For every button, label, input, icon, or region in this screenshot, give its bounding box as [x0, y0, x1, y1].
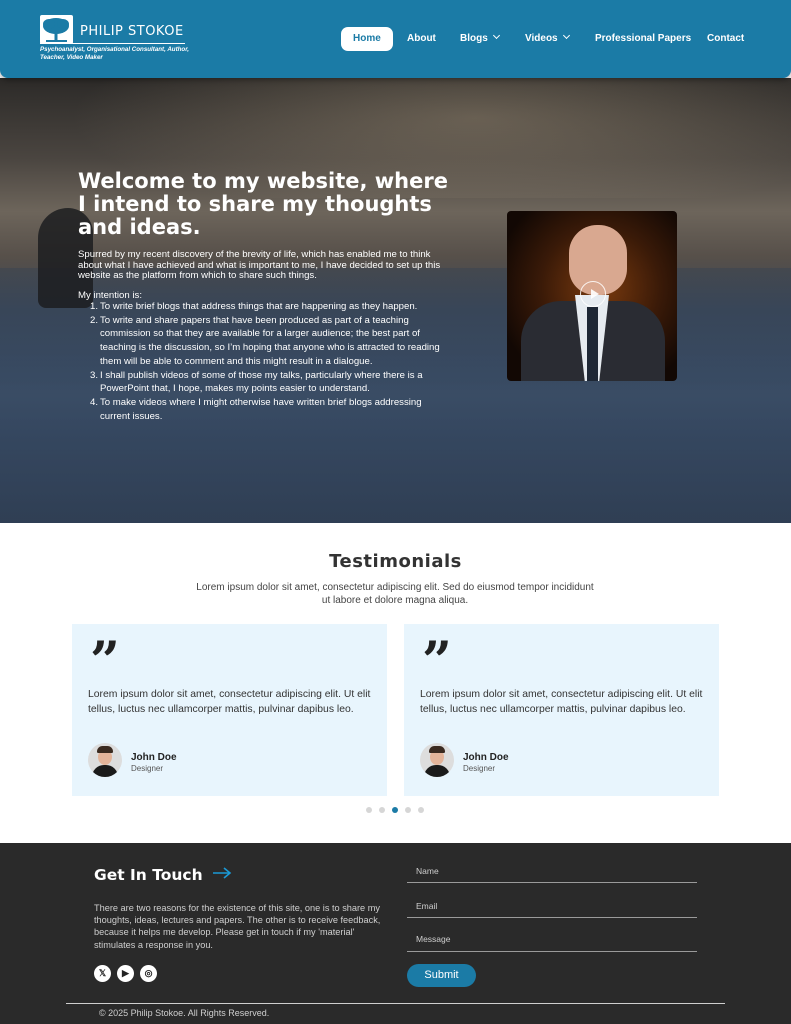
email-placeholder: Email: [416, 901, 438, 911]
testimonials-title: Testimonials: [329, 551, 462, 572]
nav-contact-label: Contact: [707, 33, 745, 44]
testimonial-text: Lorem ipsum dolor sit amet, consectetur …: [88, 689, 371, 715]
carousel-dot[interactable]: [379, 807, 385, 813]
avatar: [420, 743, 454, 777]
site-footer: Get In Touch There are two reasons for t…: [0, 843, 791, 1024]
instagram-icon[interactable]: ◎: [140, 965, 157, 982]
testimonial-name: John Doe: [463, 752, 509, 763]
intention-text: To write and share papers that have been…: [100, 314, 440, 367]
carousel-dot[interactable]: [405, 807, 411, 813]
hero-title: Welcome to my website, where I intend to…: [78, 169, 448, 239]
name-field[interactable]: Name: [407, 863, 697, 883]
nav-videos[interactable]: Videos: [525, 27, 570, 51]
message-field[interactable]: Message: [407, 930, 697, 952]
carousel-dot[interactable]: [418, 807, 424, 813]
chevron-down-icon: [492, 31, 500, 40]
nav-about-label: About: [407, 33, 436, 44]
testimonial-name: John Doe: [131, 752, 177, 763]
intention-item: 4. To make videos where I might otherwise…: [90, 396, 422, 422]
brand-tagline: Psychoanalyst, Organisational Consultant…: [40, 46, 189, 61]
intention-list: 1. To write brief blogs that address thin…: [78, 300, 450, 423]
carousel-dot-active[interactable]: [392, 807, 398, 813]
footer-divider: [66, 1003, 725, 1004]
quote-icon: ”: [90, 631, 120, 692]
portrait-tie: [587, 307, 598, 381]
nav-papers-label: Professional Papers: [595, 33, 692, 44]
intention-item: 1. To write brief blogs that address thin…: [90, 301, 418, 312]
x-icon[interactable]: 𝕏: [94, 965, 111, 982]
avatar: [88, 743, 122, 777]
site-logo[interactable]: PHILIP STOKOE Psychoanalyst, Organisatio…: [40, 15, 200, 65]
youtube-icon[interactable]: ▶: [117, 965, 134, 982]
testimonial-card: ” Lorem ipsum dolor sit amet, consectetu…: [404, 624, 719, 796]
nav-home[interactable]: Home: [341, 27, 393, 51]
brand-name: PHILIP STOKOE: [80, 24, 184, 39]
intention-text: I shall publish videos of some of those …: [100, 369, 423, 395]
page: PHILIP STOKOE Psychoanalyst, Organisatio…: [0, 0, 791, 1024]
get-in-touch-title: Get In Touch: [94, 866, 203, 884]
nav-professional-papers[interactable]: Professional Papers: [595, 27, 691, 51]
logo-divider: [40, 43, 185, 44]
nav-about[interactable]: About: [407, 27, 436, 51]
nav-videos-label: Videos: [525, 33, 558, 44]
testimonial-role: Designer: [463, 764, 496, 773]
quote-icon: ”: [422, 631, 452, 692]
nav-blogs-label: Blogs: [460, 33, 488, 44]
nav-home-label: Home: [353, 33, 381, 44]
testimonials-subtitle: Lorem ipsum dolor sit amet, consectetur …: [196, 582, 594, 606]
intention-text: To make videos where I might otherwise h…: [100, 396, 422, 422]
site-header: PHILIP STOKOE Psychoanalyst, Organisatio…: [0, 0, 791, 78]
intention-item: 3. I shall publish videos of some of thos…: [90, 369, 423, 395]
intention-item: 2. To write and share papers that have be…: [90, 314, 440, 367]
chevron-down-icon: [562, 31, 570, 40]
message-placeholder: Message: [416, 934, 451, 944]
hero-intro: Spurred by my recent discovery of the br…: [78, 249, 441, 281]
testimonial-card: ” Lorem ipsum dolor sit amet, consectetu…: [72, 624, 387, 796]
carousel-dot[interactable]: [366, 807, 372, 813]
email-field[interactable]: Email: [407, 898, 697, 918]
footer-description: There are two reasons for the existence …: [94, 903, 381, 950]
hero-section: Welcome to my website, where I intend to…: [0, 78, 791, 523]
tree-icon: [40, 15, 73, 44]
nav-blogs[interactable]: Blogs: [460, 27, 500, 51]
nav-contact[interactable]: Contact: [707, 27, 744, 51]
name-placeholder: Name: [416, 866, 439, 876]
testimonial-text: Lorem ipsum dolor sit amet, consectetur …: [420, 689, 703, 715]
submit-button[interactable]: Submit: [407, 964, 476, 987]
arrow-right-icon: [213, 867, 232, 879]
intention-text: To write brief blogs that address things…: [100, 301, 418, 312]
copyright-text: © 2025 Philip Stokoe. All Rights Reserve…: [99, 1008, 270, 1018]
play-icon[interactable]: [580, 281, 606, 307]
testimonial-role: Designer: [131, 764, 164, 773]
video-thumbnail[interactable]: [507, 211, 677, 381]
